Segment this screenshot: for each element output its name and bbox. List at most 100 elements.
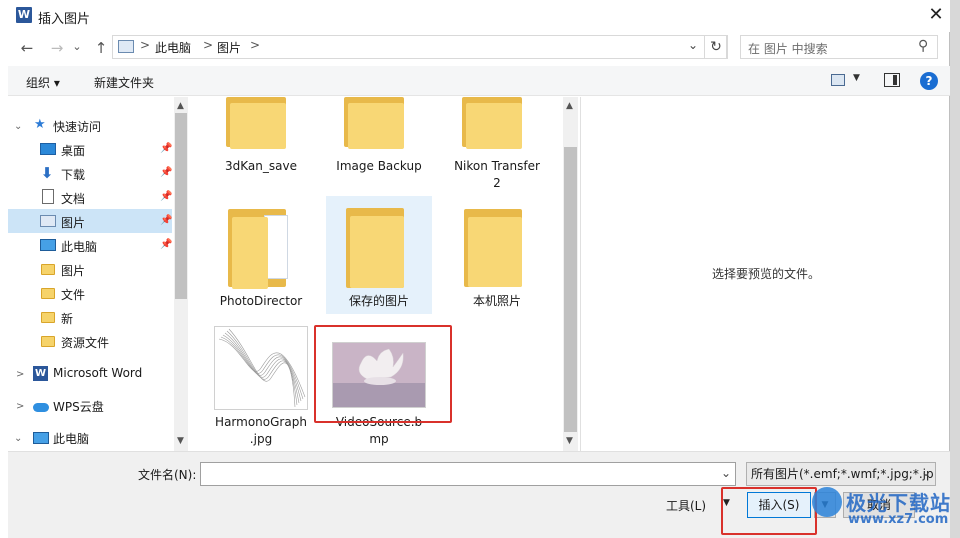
file-type-select[interactable]: 所有图片(*.emf;*.wmf;*.jpg;*.jp (746, 462, 936, 486)
folder-icon (41, 288, 55, 299)
nav-item-new-folder[interactable] (8, 305, 172, 329)
desktop-icon (40, 143, 56, 155)
scroll-down-icon[interactable]: ▼ (177, 436, 184, 446)
file-item-folder[interactable]: Image Backup (326, 97, 432, 192)
nav-item-pictures-folder[interactable] (8, 257, 172, 281)
nav-item-label[interactable]: 下载 (61, 166, 85, 183)
nav-item-label[interactable]: 桌面 (61, 142, 85, 159)
nav-microsoft-word[interactable]: Microsoft Word (53, 366, 142, 380)
file-name-line2: 2 (493, 176, 501, 190)
highlight-box-insert (721, 487, 817, 535)
folder-icon (41, 336, 55, 347)
recent-locations-chevron-icon[interactable]: ⌄ (66, 37, 88, 57)
search-icon[interactable]: ⚲ (918, 38, 928, 54)
pin-icon: 📌 (160, 143, 173, 154)
file-name: Nikon Transfer (454, 159, 540, 173)
change-view-icon[interactable] (831, 74, 845, 86)
nav-item-label[interactable]: 图片 (61, 262, 85, 279)
back-arrow-icon[interactable]: ← (16, 38, 38, 58)
refresh-icon[interactable]: ↻ (704, 35, 728, 59)
folder-icon-front (230, 103, 286, 149)
file-item-folder-selected[interactable]: 保存的图片 (326, 196, 432, 314)
nav-item-desktop[interactable] (8, 137, 172, 161)
breadcrumb-separator[interactable]: > (140, 38, 150, 52)
nav-item-label[interactable]: 资源文件 (61, 334, 109, 351)
quick-access-star-icon: ★ (34, 117, 46, 132)
nav-item-label[interactable]: 文件 (61, 286, 85, 303)
forward-arrow-icon[interactable]: → (46, 38, 68, 58)
title-bar (0, 0, 950, 32)
pin-icon: 📌 (160, 239, 173, 250)
nav-item-pictures[interactable] (8, 209, 172, 233)
organize-button[interactable]: 组织 ▾ (26, 74, 60, 91)
harmonograph-image (218, 328, 306, 408)
tools-button[interactable]: 工具(L) (666, 497, 706, 514)
breadcrumb-separator[interactable]: > (250, 38, 260, 52)
folder-icon-front (232, 217, 268, 289)
collapse-chevron-icon[interactable]: ⌄ (14, 121, 22, 132)
breadcrumb-pictures[interactable]: 图片 (217, 39, 241, 56)
nav-this-pc[interactable]: 此电脑 (53, 430, 89, 447)
file-item-folder[interactable]: 3dKan_save (208, 97, 314, 192)
expand-chevron-icon[interactable]: > (16, 401, 24, 412)
file-item-folder[interactable]: 本机照片 (444, 197, 550, 315)
collapse-chevron-icon[interactable]: ⌄ (14, 433, 22, 444)
pin-icon: 📌 (160, 215, 173, 226)
file-name: PhotoDirector (219, 294, 303, 308)
file-item-folder[interactable]: Nikon Transfer 2 (444, 97, 550, 195)
file-type-chevron-icon[interactable]: ⌄ (921, 465, 931, 479)
dialog-title: 插入图片 (38, 12, 91, 27)
expand-chevron-icon[interactable]: > (16, 369, 24, 380)
pictures-icon (40, 215, 56, 227)
scroll-down-icon[interactable]: ▼ (566, 436, 573, 446)
file-list-scrollbar-thumb[interactable] (564, 147, 577, 432)
up-arrow-icon[interactable]: ↑ (90, 38, 112, 58)
nav-item-label[interactable]: 图片 (61, 214, 85, 231)
nav-scrollbar-thumb[interactable] (175, 113, 187, 299)
computer-icon (40, 239, 56, 251)
download-arrow-icon: ⬇ (40, 164, 54, 182)
new-folder-button[interactable]: 新建文件夹 (94, 74, 154, 91)
watermark-logo-icon (812, 487, 842, 517)
nav-item-downloads[interactable] (8, 161, 172, 185)
filename-dropdown-chevron-icon[interactable]: ⌄ (721, 466, 731, 480)
scroll-up-icon[interactable]: ▲ (566, 101, 573, 111)
pin-icon: 📌 (160, 191, 173, 202)
nav-item-label[interactable]: 此电脑 (61, 238, 97, 255)
help-icon[interactable]: ? (920, 72, 938, 90)
scroll-up-icon[interactable]: ▲ (177, 101, 184, 111)
folder-icon (41, 264, 55, 275)
view-options-chevron-icon[interactable]: ▼ (853, 73, 860, 83)
computer-icon (33, 432, 49, 444)
file-item-image[interactable]: HarmonoGraph .jpg (208, 322, 314, 448)
nav-quick-access[interactable]: 快速访问 (53, 118, 101, 135)
nav-item-files-folder[interactable] (8, 281, 172, 305)
preview-pane-icon[interactable] (884, 73, 900, 87)
breadcrumb-this-pc[interactable]: 此电脑 (155, 39, 191, 56)
nav-item-label[interactable]: 新 (61, 310, 73, 327)
highlight-box-image (314, 325, 452, 423)
pin-icon: 📌 (160, 167, 173, 178)
file-name: 3dKan_save (225, 159, 297, 173)
filename-input[interactable] (200, 462, 736, 486)
folder-icon-front (466, 103, 522, 149)
file-name: 保存的图片 (348, 294, 409, 308)
folder-icon-front (348, 103, 404, 149)
address-dropdown-chevron-icon[interactable]: ⌄ (688, 38, 698, 52)
nav-wps-cloud[interactable]: WPS云盘 (53, 398, 104, 415)
document-icon (42, 189, 54, 204)
close-button[interactable]: ✕ (918, 4, 954, 28)
search-placeholder: 在 图片 中搜索 (748, 42, 828, 56)
preview-message: 选择要预览的文件。 (712, 267, 821, 281)
filename-label: 文件名(N): (138, 468, 197, 482)
nav-item-documents[interactable] (8, 185, 172, 209)
file-name-line2: .jpg (249, 432, 273, 446)
folder-icon (41, 312, 55, 323)
folder-icon-front (468, 217, 522, 287)
nav-item-label[interactable]: 文档 (61, 190, 85, 207)
word-icon: W (33, 366, 48, 381)
file-item-folder[interactable]: PhotoDirector (208, 197, 314, 315)
word-app-icon: W (16, 7, 32, 23)
breadcrumb-separator[interactable]: > (203, 38, 213, 52)
folder-icon-front (350, 216, 404, 288)
